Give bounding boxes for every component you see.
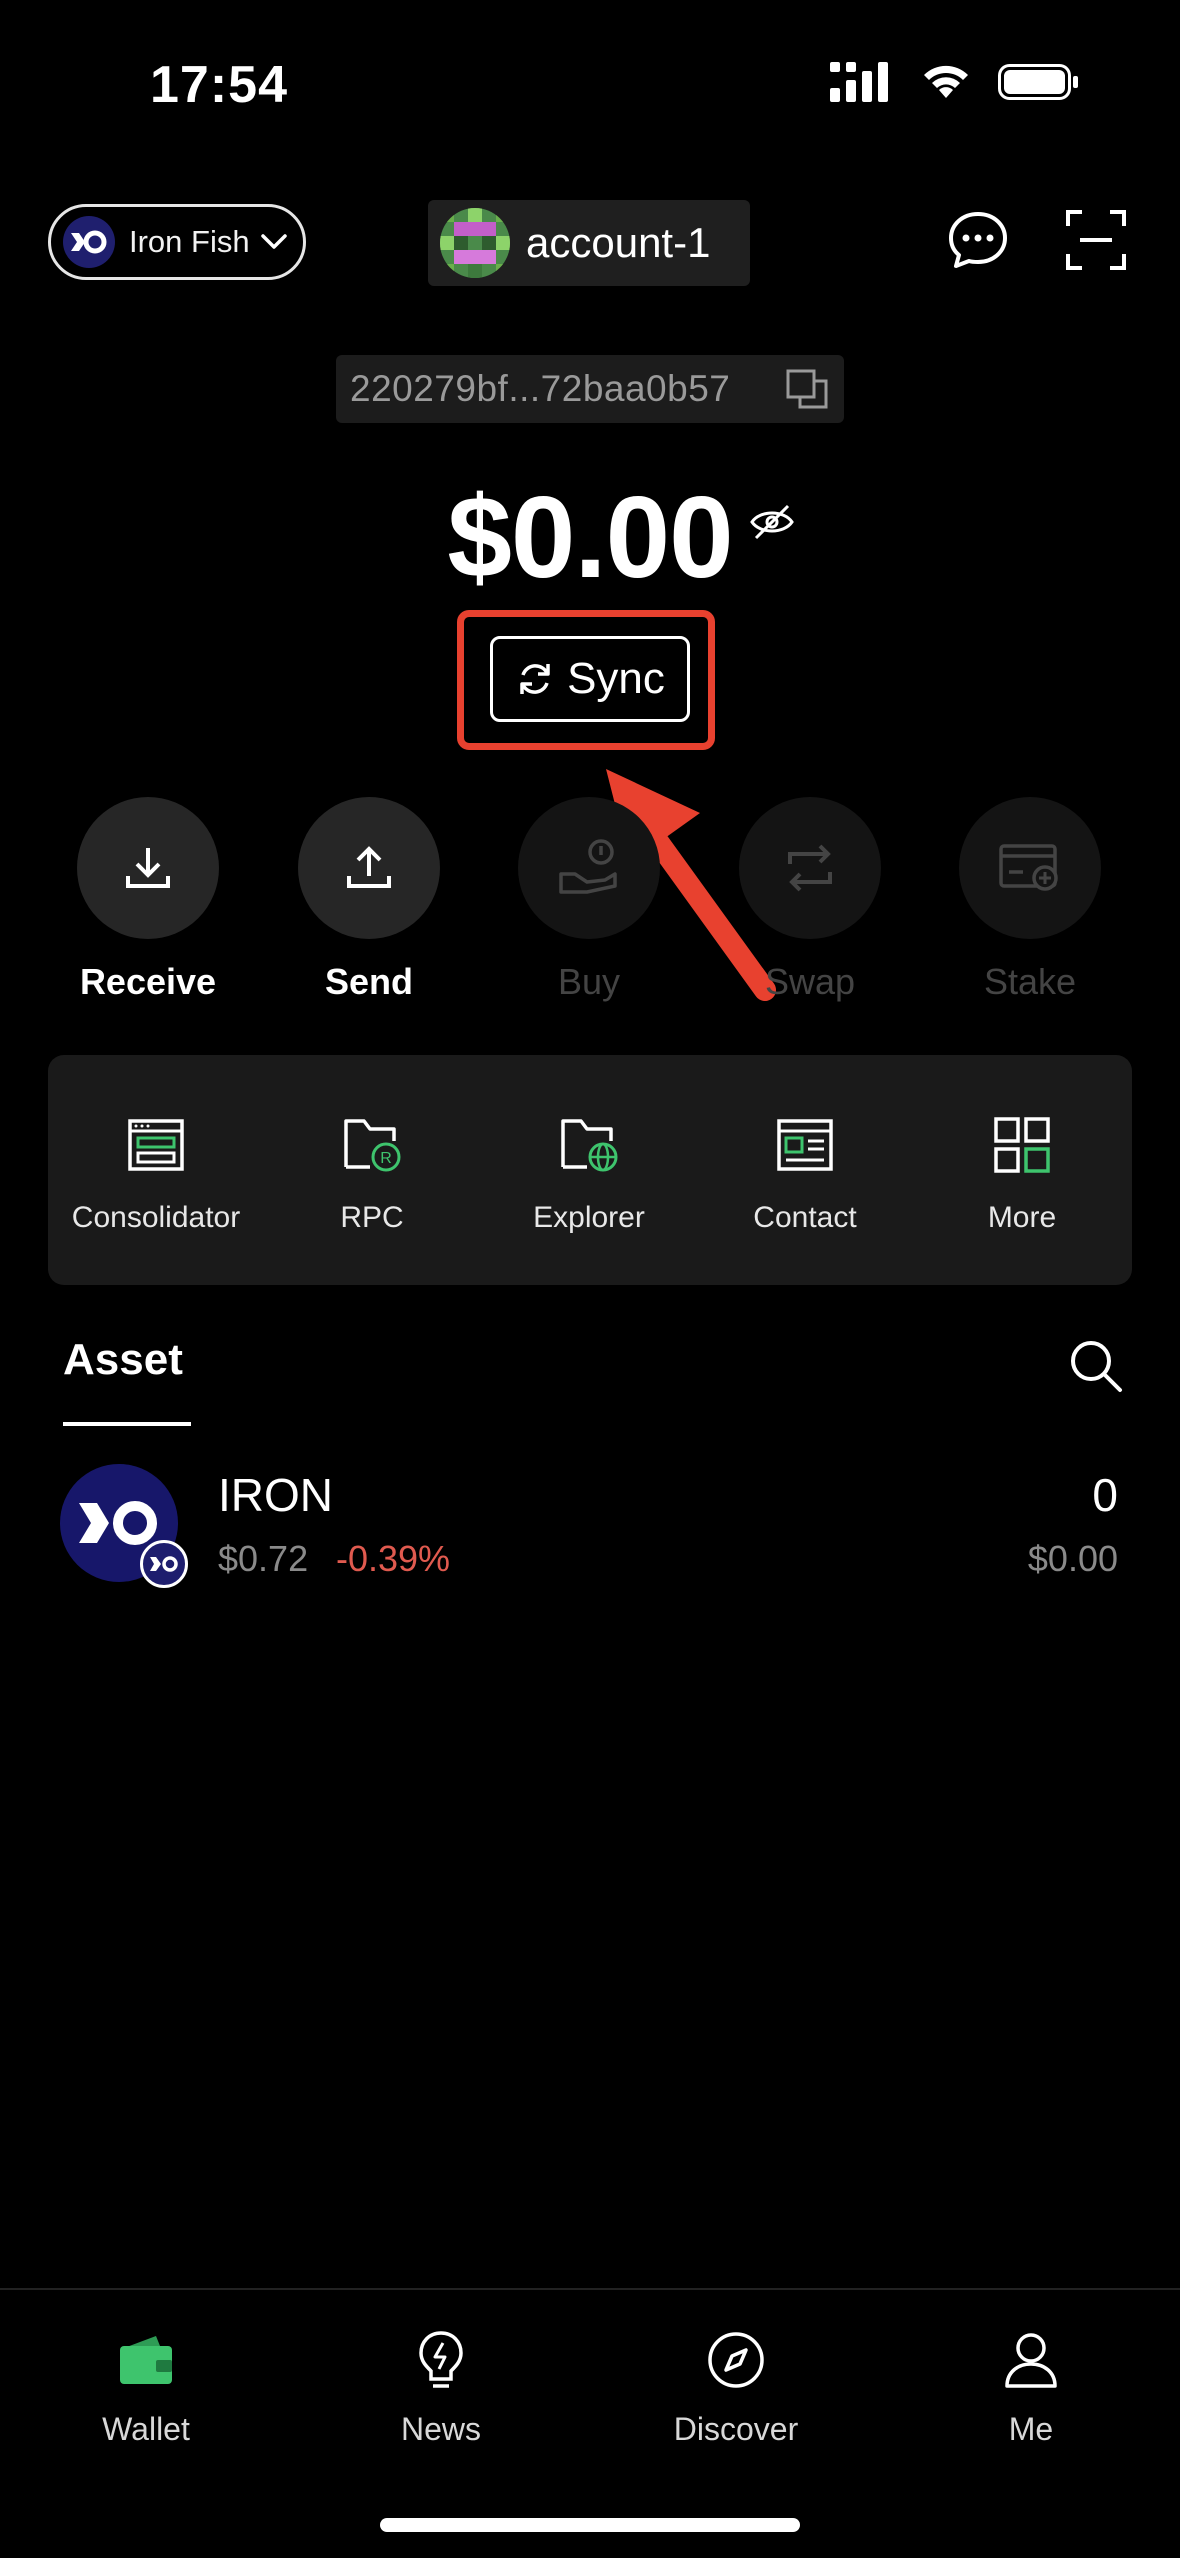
receive-button[interactable] [77, 797, 219, 939]
address-chip[interactable]: 220279bf...72baa0b57 [336, 355, 844, 423]
rpc-folder-icon: R [344, 1119, 401, 1172]
account-label: account-1 [526, 219, 711, 266]
tool-contact-label: Contact [753, 1201, 857, 1234]
receive-label: Receive [79, 961, 217, 1002]
nav-discover[interactable]: Discover [636, 2325, 836, 2448]
tool-more-label: More [987, 1201, 1057, 1234]
buy-hand-coin-icon [559, 839, 617, 894]
token-change: -0.39% [336, 1538, 451, 1579]
nav-news[interactable]: News [341, 2325, 541, 2448]
tool-explorer[interactable]: Explorer [489, 1115, 689, 1235]
send-action[interactable]: Send [289, 797, 449, 1003]
buy-label: Buy [557, 961, 621, 1002]
scan-icon[interactable] [1064, 208, 1128, 272]
send-label: Send [324, 961, 413, 1002]
token-price: $0.72 [218, 1538, 309, 1579]
iron-fish-network-badge-icon [140, 1540, 188, 1588]
wallet-address: 220279bf...72baa0b57 [350, 368, 731, 409]
chevron-down-icon [260, 234, 287, 249]
download-icon [126, 848, 170, 888]
tool-contact[interactable]: Contact [705, 1115, 905, 1235]
refresh-icon [520, 664, 550, 694]
contact-card-icon [777, 1119, 833, 1171]
user-icon [1005, 2333, 1057, 2388]
chat-icon[interactable] [946, 208, 1010, 272]
nav-wallet[interactable]: Wallet [46, 2325, 246, 2448]
grid-more-icon [994, 1117, 1050, 1173]
wifi-icon [924, 65, 968, 98]
token-amount: 0 [1092, 1469, 1118, 1521]
stake-card-icon [999, 844, 1058, 891]
tool-more[interactable]: More [922, 1115, 1122, 1235]
tool-explorer-label: Explorer [533, 1201, 645, 1234]
iron-fish-logo-icon [63, 216, 115, 268]
sync-label: Sync [567, 654, 665, 703]
consolidator-icon [128, 1119, 184, 1171]
swap-action[interactable]: Swap [730, 797, 890, 1003]
home-indicator[interactable] [380, 2518, 800, 2532]
copy-icon[interactable] [786, 369, 828, 409]
upload-icon [347, 846, 391, 888]
receive-action[interactable]: Receive [68, 797, 228, 1003]
status-time: 17:54 [150, 56, 288, 114]
tab-asset[interactable]: Asset [63, 1335, 183, 1385]
hide-balance-icon[interactable] [748, 502, 796, 542]
swap-button[interactable] [739, 797, 881, 939]
wallet-icon [120, 2336, 172, 2384]
network-label: Iron Fish [129, 224, 250, 259]
tool-rpc-label: RPC [340, 1201, 404, 1234]
account-avatar [440, 208, 510, 278]
nav-wallet-label: Wallet [102, 2411, 190, 2447]
search-icon[interactable] [1068, 1338, 1124, 1394]
tool-consolidator-label: Consolidator [71, 1201, 241, 1234]
send-button[interactable] [298, 797, 440, 939]
nav-me[interactable]: Me [931, 2325, 1131, 2448]
action-row: Receive Send Buy Swap Stake [0, 797, 1180, 1002]
swap-label: Swap [764, 961, 856, 1002]
stake-label: Stake [983, 961, 1077, 1002]
header: Iron Fish account-1 [0, 200, 1180, 290]
network-selector[interactable]: Iron Fish [48, 204, 306, 280]
nav-discover-label: Discover [673, 2411, 799, 2447]
account-selector[interactable]: account-1 [428, 200, 750, 286]
nav-me-label: Me [1008, 2411, 1054, 2447]
tool-rpc[interactable]: R RPC [272, 1115, 472, 1235]
tools-panel: Consolidator R RPC Explorer Contact More [48, 1055, 1132, 1285]
compass-icon [708, 2332, 764, 2388]
stake-action[interactable]: Stake [950, 797, 1110, 1003]
status-bar: 17:54 [0, 0, 1180, 170]
balance-value: $0.00 [447, 472, 733, 602]
status-icons [830, 62, 1080, 102]
buy-button[interactable] [518, 797, 660, 939]
balance: $0.00 [0, 470, 1180, 604]
swap-icon [788, 844, 832, 892]
battery-icon [998, 64, 1078, 100]
buy-action[interactable]: Buy [509, 797, 669, 1003]
token-value: $0.00 [1027, 1538, 1118, 1579]
stake-button[interactable] [959, 797, 1101, 939]
sync-button[interactable]: Sync [490, 636, 690, 722]
svg-text:R: R [380, 1150, 392, 1167]
cellular-signal-icon [830, 62, 888, 102]
token-symbol: IRON [218, 1469, 333, 1521]
nav-news-label: News [400, 2411, 481, 2447]
asset-row-iron[interactable]: IRON $0.72 -0.39% 0 $0.00 [0, 1460, 1180, 1590]
explorer-globe-folder-icon [561, 1119, 618, 1172]
tab-asset-underline [63, 1422, 191, 1426]
tool-consolidator[interactable]: Consolidator [56, 1115, 256, 1235]
lightbulb-news-icon [419, 2331, 463, 2388]
